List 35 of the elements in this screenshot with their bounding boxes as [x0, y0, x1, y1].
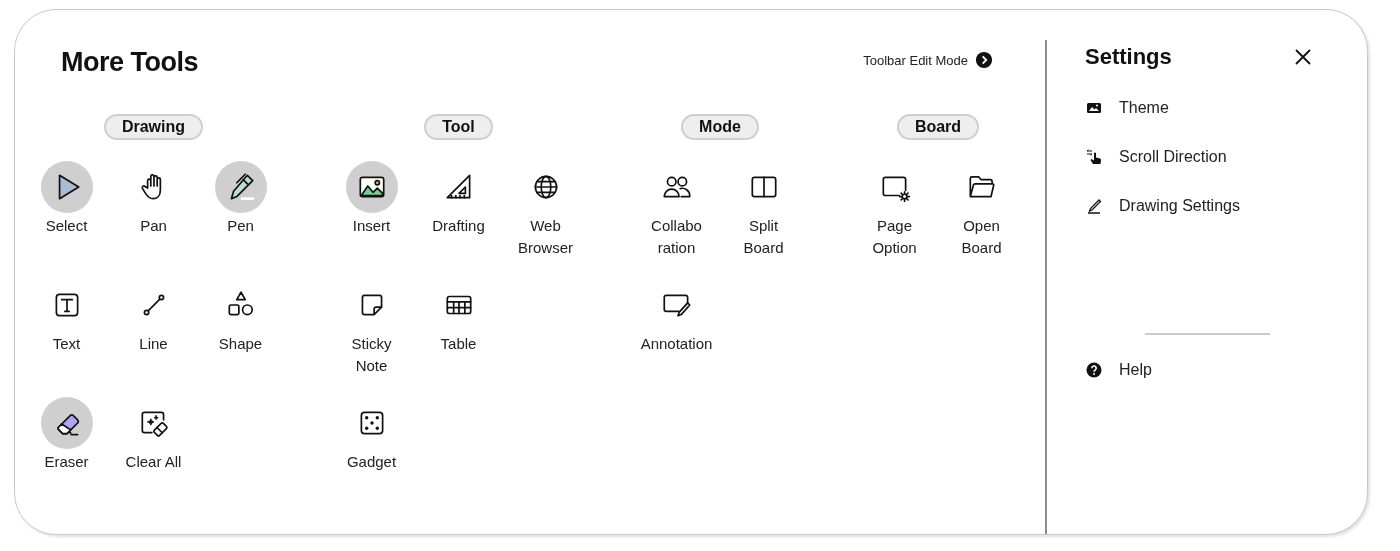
tool-button[interactable]: Eraser [23, 397, 110, 515]
tool-button[interactable]: Annotation [633, 279, 720, 397]
tool-button[interactable]: Table [415, 279, 502, 397]
arrow-circle-icon [975, 51, 993, 69]
tool-button[interactable]: Open Board [938, 161, 1025, 279]
tool-button[interactable]: Pen [197, 161, 284, 279]
tool-button[interactable]: Text [23, 279, 110, 397]
panel-title: More Tools [61, 46, 198, 78]
tool-button[interactable]: Collabo ration [633, 161, 720, 279]
help-icon [1086, 361, 1102, 378]
tool-button[interactable]: Shape [197, 279, 284, 397]
settings-item[interactable]: Scroll Direction [1085, 132, 1227, 181]
tool-button[interactable]: Split Board [720, 161, 807, 279]
settings-item[interactable]: Theme [1085, 83, 1169, 132]
pen-icon [1086, 197, 1102, 214]
tool-button[interactable]: Web Browser [502, 161, 589, 279]
group-header: Board [896, 114, 980, 140]
settings-title: Settings [1085, 44, 1172, 70]
tool-button[interactable]: Page Option [851, 161, 938, 279]
tool-button[interactable]: Pan [110, 161, 197, 279]
tool-button[interactable]: Line [110, 279, 197, 397]
settings-item[interactable]: Help [1085, 345, 1152, 394]
close-button[interactable] [1293, 47, 1313, 67]
group-header: Mode [681, 114, 759, 140]
settings-item[interactable]: Drawing Settings [1085, 181, 1240, 230]
scroll-hand-icon [1086, 148, 1102, 165]
group-header: Drawing [103, 114, 204, 140]
tool-button[interactable]: Sticky Note [328, 279, 415, 397]
tool-button[interactable]: Insert [328, 161, 415, 279]
tool-button[interactable]: Drafting [415, 161, 502, 279]
tool-button[interactable]: Select [23, 161, 110, 279]
tool-button[interactable]: Gadget [328, 397, 415, 515]
tool-button[interactable]: Clear All [110, 397, 197, 515]
toolbar-edit-mode-link[interactable]: Toolbar Edit Mode [863, 51, 993, 69]
group-header: Tool [424, 114, 493, 140]
